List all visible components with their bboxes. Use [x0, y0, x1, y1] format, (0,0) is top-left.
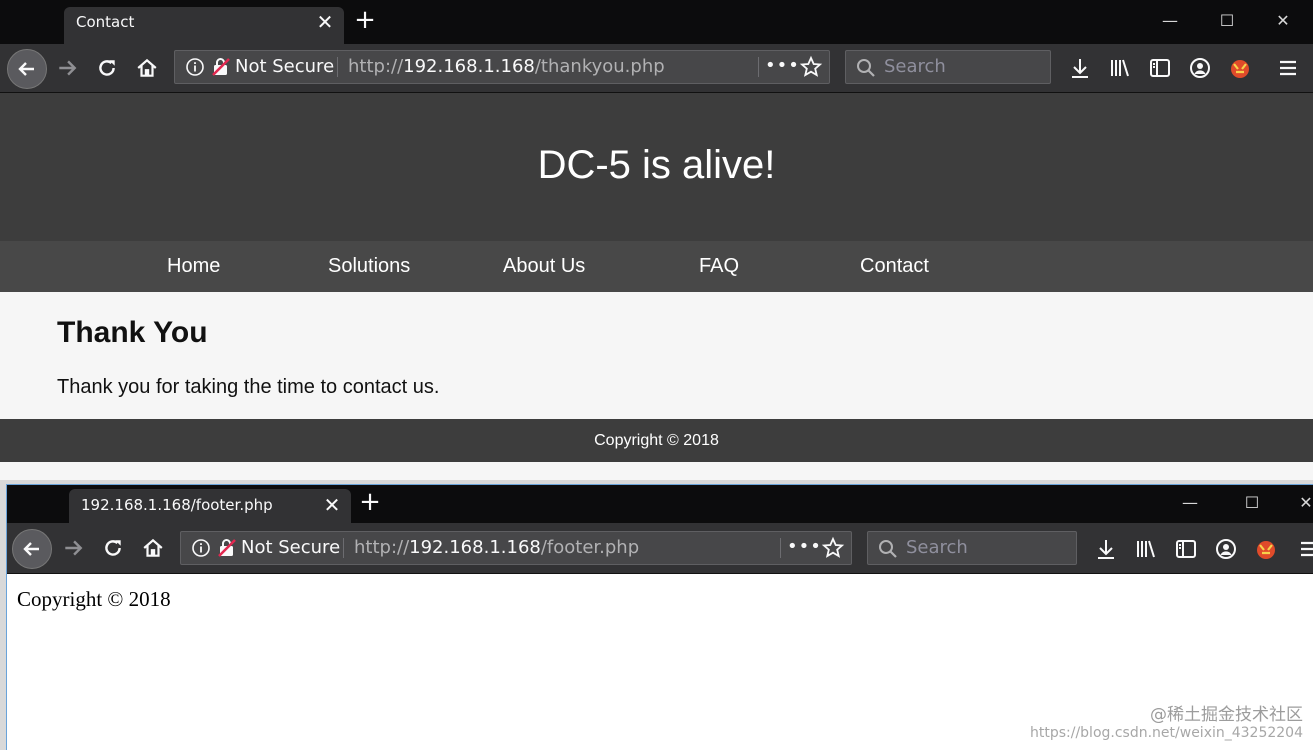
tab-title: Contact: [76, 13, 135, 31]
tab-contact[interactable]: Contact ✕: [64, 7, 344, 44]
tab-title: 192.168.1.168/footer.php: [81, 496, 273, 514]
bookmark-star-icon[interactable]: [799, 55, 823, 79]
download-icon[interactable]: [1068, 56, 1092, 80]
hamburger-menu-icon[interactable]: [1276, 56, 1300, 80]
forward-button[interactable]: [52, 53, 82, 83]
site-nav: Home Solutions About Us FAQ Contact: [0, 241, 1313, 292]
info-icon[interactable]: [185, 57, 205, 77]
back-button[interactable]: [7, 49, 47, 89]
reload-button[interactable]: [98, 533, 128, 563]
maximize-button[interactable]: ☐: [1204, 6, 1250, 36]
page-heading: Thank You: [57, 316, 208, 349]
home-button[interactable]: [138, 533, 168, 563]
close-icon[interactable]: ✕: [321, 489, 343, 519]
sidebar-icon[interactable]: [1148, 56, 1172, 80]
url-divider: [780, 538, 781, 558]
tab-strip: Contact ✕ + — ☐ ✕: [0, 0, 1313, 44]
minimize-button[interactable]: —: [1167, 488, 1213, 518]
watermark: @稀土掘金技术社区 https://blog.csdn.net/weixin_4…: [1030, 700, 1303, 741]
account-icon[interactable]: [1188, 56, 1212, 80]
nav-solutions[interactable]: Solutions: [328, 241, 410, 292]
search-placeholder: Search: [906, 537, 968, 558]
home-icon: [143, 538, 163, 557]
extension-fox-icon[interactable]: [1254, 537, 1278, 561]
site-header: DC-5 is alive!: [0, 93, 1313, 241]
search-icon: [857, 59, 875, 77]
search-box[interactable]: Search: [845, 50, 1051, 84]
site-footer: Copyright © 2018: [0, 419, 1313, 462]
site-title: DC-5 is alive!: [537, 143, 776, 187]
arrow-left-icon: [18, 62, 34, 76]
new-tab-button[interactable]: +: [355, 488, 385, 518]
maximize-button[interactable]: ☐: [1229, 488, 1275, 518]
library-icon[interactable]: [1134, 537, 1158, 561]
home-button[interactable]: [132, 53, 162, 83]
back-button[interactable]: [12, 529, 52, 569]
insecure-lock-icon[interactable]: [211, 57, 231, 77]
arrow-left-icon: [23, 542, 39, 556]
url-divider: [758, 57, 759, 77]
minimize-button[interactable]: —: [1147, 6, 1193, 36]
page-body-text: Thank you for taking the time to contact…: [57, 376, 440, 398]
window-close-button[interactable]: ✕: [1260, 6, 1306, 36]
arrow-right-icon: [65, 540, 83, 556]
extension-fox-icon[interactable]: [1228, 56, 1252, 80]
address-bar[interactable]: Not Secure http://192.168.1.168/footer.p…: [180, 531, 852, 565]
nav-home[interactable]: Home: [167, 241, 220, 292]
watermark-line2: https://blog.csdn.net/weixin_43252204: [1029, 725, 1303, 741]
window-close-button[interactable]: ✕: [1283, 488, 1313, 518]
close-icon[interactable]: ✕: [314, 7, 336, 37]
page-actions-menu[interactable]: •••: [787, 532, 822, 562]
arrow-right-icon: [59, 60, 77, 76]
library-icon[interactable]: [1108, 56, 1132, 80]
watermark-line1: @稀土掘金技术社区: [1150, 705, 1303, 725]
not-secure-label: Not Secure: [241, 537, 341, 558]
url-divider: [343, 538, 344, 558]
search-icon: [879, 540, 897, 558]
not-secure-label: Not Secure: [235, 56, 335, 77]
forward-button[interactable]: [58, 533, 88, 563]
reload-button[interactable]: [92, 53, 122, 83]
nav-faq[interactable]: FAQ: [699, 241, 739, 292]
search-box[interactable]: Search: [867, 531, 1077, 565]
toolbar: Not Secure http://192.168.1.168/thankyou…: [0, 44, 1313, 93]
browser-window-main: Contact ✕ + — ☐ ✕ Not Secure http://192.…: [0, 0, 1313, 480]
bookmark-star-icon[interactable]: [821, 536, 845, 560]
account-icon[interactable]: [1214, 537, 1238, 561]
page-actions-menu[interactable]: •••: [765, 51, 800, 81]
reload-icon: [105, 540, 121, 556]
search-placeholder: Search: [884, 56, 946, 77]
main-content: Thank You Thank you for taking the time …: [0, 292, 1313, 419]
nav-about-us[interactable]: About Us: [503, 241, 585, 292]
insecure-lock-icon[interactable]: [217, 538, 237, 558]
hamburger-menu-icon[interactable]: [1297, 537, 1313, 561]
url-text[interactable]: http://192.168.1.168/thankyou.php: [348, 51, 665, 83]
reload-icon: [99, 60, 115, 76]
tab-footer[interactable]: 192.168.1.168/footer.php ✕: [69, 489, 351, 523]
new-tab-button[interactable]: +: [350, 6, 380, 36]
toolbar: Not Secure http://192.168.1.168/footer.p…: [7, 523, 1313, 574]
sidebar-icon[interactable]: [1174, 537, 1198, 561]
address-bar[interactable]: Not Secure http://192.168.1.168/thankyou…: [174, 50, 830, 84]
home-icon: [137, 58, 157, 77]
url-text[interactable]: http://192.168.1.168/footer.php: [354, 532, 639, 564]
url-divider: [337, 57, 338, 77]
info-icon[interactable]: [191, 538, 211, 558]
footer-page-text: Copyright © 2018: [17, 587, 171, 611]
tab-strip: 192.168.1.168/footer.php ✕ + — ☐ ✕: [7, 485, 1313, 523]
nav-contact[interactable]: Contact: [860, 241, 929, 292]
download-icon[interactable]: [1094, 537, 1118, 561]
